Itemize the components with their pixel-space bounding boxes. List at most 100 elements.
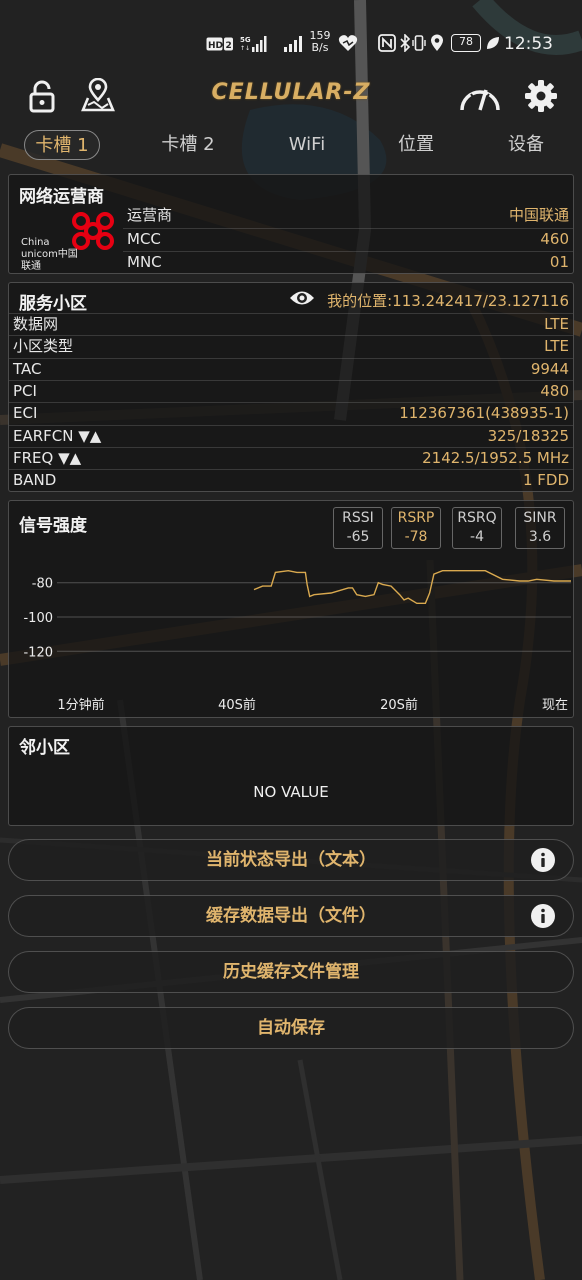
speedometer-icon[interactable]	[458, 78, 502, 114]
signal-chart: -80 -100 -120 1分钟前 40S前 20S前 现在	[23, 569, 571, 713]
auto-save-button[interactable]: 自动保存	[8, 1007, 574, 1049]
row-value: 2142.5/1952.5 MHz	[422, 448, 569, 467]
row-value: 112367361(438935-1)	[399, 404, 569, 423]
row-value: 460	[540, 230, 569, 248]
serving-cell-row: 数据网 LTE	[9, 313, 573, 335]
eye-icon[interactable]	[289, 287, 315, 309]
metric-value: -78	[404, 529, 428, 545]
5g-signal-icon: 5G ↑↓	[240, 36, 267, 52]
metric-name: RSRQ	[457, 510, 497, 526]
row-value: LTE	[544, 337, 569, 356]
x-tick-label: 20S前	[380, 697, 418, 713]
metric-rsrq[interactable]: RSRQ -4	[452, 507, 502, 549]
export-cache-file-button[interactable]: 缓存数据导出（文件）	[8, 895, 574, 937]
serving-cell-row: BAND 1 FDD	[9, 469, 573, 491]
row-value: 中国联通	[508, 206, 569, 224]
row-value: 1 FDD	[522, 471, 569, 490]
info-icon[interactable]	[531, 848, 555, 872]
row-key: BAND	[13, 471, 57, 490]
x-tick-label: 40S前	[218, 697, 256, 713]
net-speed-unit: B/s	[311, 41, 329, 54]
battery-level: 78	[459, 35, 473, 48]
signal-icon	[284, 36, 302, 52]
metric-value: 3.6	[528, 529, 552, 545]
heart-icon	[338, 35, 358, 51]
y-tick-label: -80	[32, 577, 53, 592]
hd-icon: HD 2	[206, 37, 233, 51]
serving-cell-row: TAC 9944	[9, 357, 573, 380]
row-key: MCC	[127, 230, 161, 248]
svg-text:↑↓: ↑↓	[240, 45, 250, 52]
row-key: TAC	[13, 359, 42, 378]
row-key: EARFCN ▼▲	[13, 426, 102, 445]
action-label: 历史缓存文件管理	[223, 962, 359, 982]
action-label: 缓存数据导出（文件）	[206, 906, 376, 926]
svg-text:HD: HD	[208, 41, 223, 51]
neighbor-panel: 邻小区 NO VALUE	[8, 726, 574, 826]
metric-sinr[interactable]: SINR 3.6	[515, 507, 565, 549]
net-speed: 159 B/s	[306, 30, 334, 54]
tab-sim2[interactable]: 卡槽 2	[150, 130, 226, 160]
x-tick-label: 1分钟前	[57, 697, 104, 713]
status-bar: HD 2 5G ↑↓ 159 B/s 78 12:53	[0, 26, 582, 62]
location-icon	[431, 34, 443, 51]
operator-row: MCC 460	[123, 228, 573, 250]
tab-wifi[interactable]: WiFi	[272, 130, 342, 160]
tab-bar: 卡槽 1 卡槽 2 WiFi 位置 设备	[0, 126, 582, 162]
bluetooth-icon	[400, 34, 411, 52]
row-value: 325/18325	[487, 426, 569, 445]
row-key: 数据网	[13, 315, 59, 333]
row-key: FREQ ▼▲	[13, 448, 82, 467]
serving-cell-panel: 服务小区 我的位置:113.242417/23.127116 数据网 LTE 小区类…	[8, 282, 574, 492]
row-key: 运营商	[127, 206, 173, 224]
metric-name: RSRP	[397, 510, 435, 526]
app-header: CELLULAR-Z	[0, 72, 582, 122]
metric-name: SINR	[523, 510, 557, 526]
action-label: 自动保存	[257, 1018, 325, 1038]
lock-icon[interactable]	[24, 78, 60, 114]
battery-indicator: 78	[451, 34, 481, 52]
neighbor-empty-text: NO VALUE	[253, 783, 329, 801]
tab-device[interactable]: 设备	[494, 130, 558, 160]
metric-value: -65	[346, 529, 370, 545]
serving-cell-row: FREQ ▼▲ 2142.5/1952.5 MHz	[9, 446, 573, 469]
serving-cell-row: ECI 112367361(438935-1)	[9, 402, 573, 424]
serving-cell-row: EARFCN ▼▲ 325/18325	[9, 424, 573, 447]
app-logo: CELLULAR-Z	[211, 80, 371, 105]
operator-row: MNC 01	[123, 251, 573, 273]
serving-cell-row: PCI 480	[9, 379, 573, 402]
operator-panel: 网络运营商 China unicom中国联通 运营商 中国联通 MCC 460 …	[8, 174, 574, 274]
info-icon[interactable]	[531, 904, 555, 928]
tab-location[interactable]: 位置	[384, 130, 448, 160]
operator-row: 运营商 中国联通	[123, 205, 573, 227]
status-time: 12:53	[504, 34, 553, 54]
y-tick-label: -100	[23, 611, 53, 626]
export-status-text-button[interactable]: 当前状态导出（文本）	[8, 839, 574, 881]
unicom-logo-text: China unicom中国联通	[21, 237, 78, 272]
serving-cell-row: 小区类型 LTE	[9, 335, 573, 357]
gear-icon[interactable]	[523, 78, 559, 114]
neighbor-title: 邻小区	[19, 738, 70, 758]
operator-title: 网络运营商	[19, 187, 104, 207]
row-key: ECI	[13, 404, 38, 423]
row-value: LTE	[544, 315, 569, 333]
nfc-icon	[378, 34, 396, 52]
tab-sim1[interactable]: 卡槽 1	[24, 130, 100, 160]
serving-cell-title: 服务小区	[19, 294, 87, 314]
x-tick-label: 现在	[542, 698, 568, 713]
metric-rsrp[interactable]: RSRP -78	[391, 507, 441, 549]
metric-value: -4	[470, 529, 484, 545]
y-tick-label: -120	[23, 645, 53, 660]
leaf-icon	[487, 37, 499, 49]
row-key: MNC	[127, 253, 162, 271]
signal-panel: 信号强度 RSSI -65 RSRP -78 RSRQ -4 SINR 3.6 …	[8, 500, 574, 718]
history-cache-manager-button[interactable]: 历史缓存文件管理	[8, 951, 574, 993]
rsrp-series-line	[253, 569, 571, 604]
vibrate-icon	[412, 35, 426, 51]
my-location: 我的位置:113.242417/23.127116	[327, 292, 569, 310]
row-key: PCI	[13, 381, 37, 400]
metric-rssi[interactable]: RSSI -65	[333, 507, 383, 549]
map-pin-icon[interactable]	[80, 78, 116, 114]
metric-name: RSSI	[342, 510, 374, 526]
row-value: 480	[540, 381, 569, 400]
